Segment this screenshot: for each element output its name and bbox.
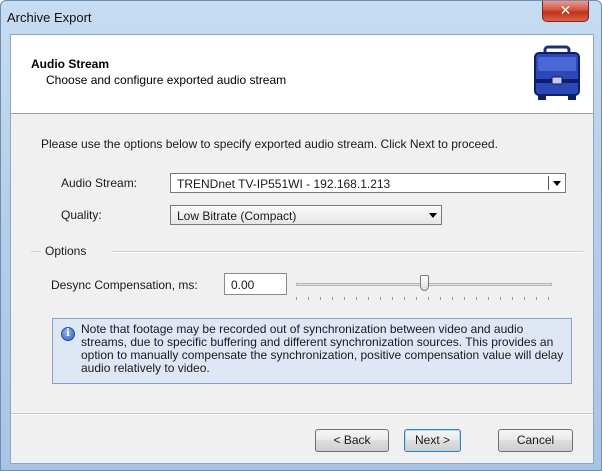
audio-stream-select[interactable]: TRENDnet TV-IP551WI - 192.168.1.213 (170, 173, 566, 193)
instruction-text: Please use the options below to specify … (41, 137, 498, 151)
quality-label: Quality: (61, 208, 102, 222)
audio-stream-label: Audio Stream: (61, 176, 138, 190)
close-button[interactable]: ✕ (542, 1, 589, 22)
archive-export-window: Archive Export ✕ Audio Stream Choose and… (0, 0, 602, 471)
wizard-header: Audio Stream Choose and configure export… (11, 35, 593, 114)
desync-compensation-slider[interactable] (296, 271, 552, 305)
info-note-text: Note that footage may be recorded out of… (81, 322, 564, 375)
info-note: i Note that footage may be recorded out … (52, 318, 572, 384)
close-icon: ✕ (559, 3, 572, 19)
audio-stream-value: TRENDnet TV-IP551WI - 192.168.1.213 (177, 177, 391, 191)
wizard-body: Audio Stream Choose and configure export… (10, 34, 594, 464)
title-bar[interactable]: Archive Export ✕ (1, 1, 601, 33)
header-subtitle: Choose and configure exported audio stre… (46, 73, 287, 87)
desync-compensation-input[interactable]: 0.00 (224, 273, 287, 295)
cancel-button[interactable]: Cancel (498, 429, 573, 452)
options-divider-left (31, 251, 41, 252)
chevron-down-icon (553, 181, 561, 186)
back-button[interactable]: < Back (315, 429, 389, 452)
options-divider (111, 251, 583, 253)
desync-compensation-value: 0.00 (231, 278, 255, 292)
quality-value: Low Bitrate (Compact) (177, 209, 297, 223)
info-icon: i (61, 327, 75, 341)
desync-compensation-label: Desync Compensation, ms: (51, 278, 198, 292)
slider-ticks (296, 297, 552, 300)
next-button[interactable]: Next > (404, 429, 461, 452)
options-group-label: Options (45, 244, 87, 258)
briefcase-icon (534, 45, 580, 100)
window-title: Archive Export (7, 10, 92, 25)
combo-separator (548, 176, 549, 190)
header-title: Audio Stream (31, 57, 110, 71)
quality-select[interactable]: Low Bitrate (Compact) (170, 205, 442, 225)
slider-thumb[interactable] (420, 275, 429, 291)
footer-divider (11, 413, 593, 415)
chevron-down-icon (429, 213, 437, 218)
